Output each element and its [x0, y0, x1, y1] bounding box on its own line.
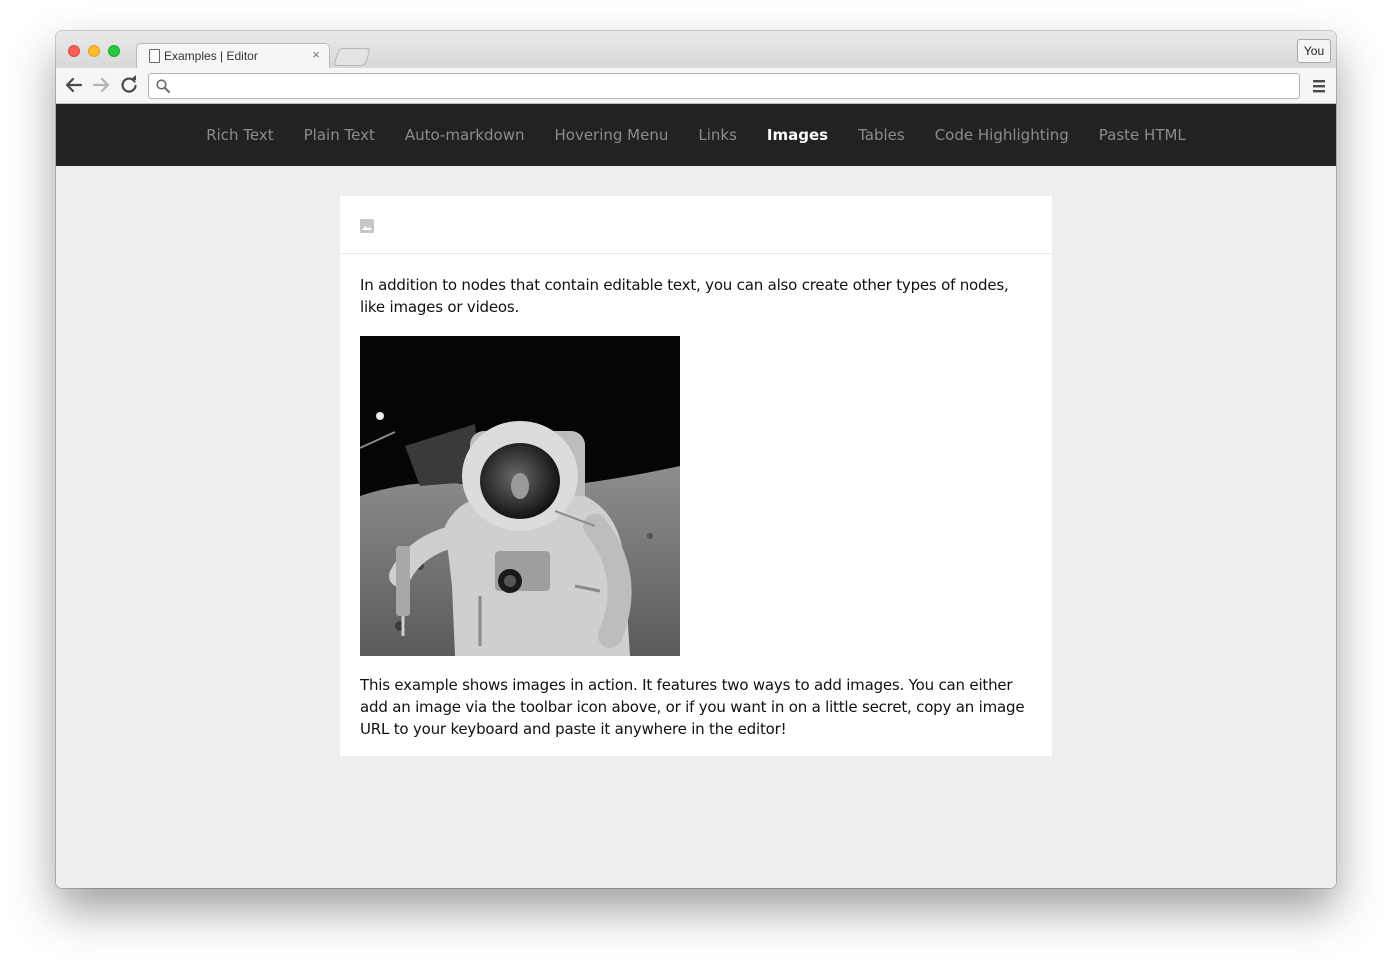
nav-link-tables[interactable]: Tables [858, 126, 905, 144]
image-icon[interactable] [360, 219, 374, 233]
examples-nav: Rich Text Plain Text Auto-markdown Hover… [56, 104, 1336, 166]
nav-link-hovering-menu[interactable]: Hovering Menu [554, 126, 668, 144]
forward-arrow-icon[interactable] [89, 72, 113, 98]
document-icon [149, 49, 160, 63]
browser-window: Examples | Editor × You Rich Text Plain … [56, 31, 1336, 888]
editor-content[interactable]: In addition to nodes that contain editab… [360, 254, 1032, 740]
nav-link-paste-html[interactable]: Paste HTML [1099, 126, 1186, 144]
address-bar[interactable] [148, 73, 1300, 99]
tab-close-button[interactable]: × [312, 47, 320, 63]
nav-link-plain-text[interactable]: Plain Text [304, 126, 375, 144]
nav-link-images[interactable]: Images [767, 126, 828, 144]
search-icon [156, 79, 170, 93]
nav-link-code-highlighting[interactable]: Code Highlighting [935, 126, 1069, 144]
nav-link-links[interactable]: Links [698, 126, 737, 144]
astronaut-photo[interactable] [360, 336, 680, 656]
browser-tab[interactable]: Examples | Editor × [136, 43, 330, 69]
nav-link-rich-text[interactable]: Rich Text [206, 126, 273, 144]
hamburger-menu-icon[interactable] [1312, 78, 1326, 94]
page-content: In addition to nodes that contain editab… [56, 166, 1336, 888]
zoom-window-button[interactable] [108, 45, 120, 57]
new-tab-button[interactable] [333, 48, 371, 66]
back-arrow-icon[interactable] [62, 72, 86, 98]
reload-icon[interactable] [117, 72, 141, 98]
profile-button[interactable]: You [1297, 39, 1331, 63]
nav-link-auto-markdown[interactable]: Auto-markdown [405, 126, 525, 144]
minimize-window-button[interactable] [88, 45, 100, 57]
close-window-button[interactable] [68, 45, 80, 57]
paragraph[interactable]: In addition to nodes that contain editab… [360, 274, 1032, 318]
paragraph[interactable]: This example shows images in action. It … [360, 674, 1032, 740]
browser-toolbar [56, 68, 1336, 104]
editor-toolbar [340, 196, 1052, 254]
tab-title: Examples | Editor [164, 49, 258, 63]
editor: In addition to nodes that contain editab… [340, 196, 1052, 756]
tab-strip: Examples | Editor × You [56, 31, 1336, 69]
